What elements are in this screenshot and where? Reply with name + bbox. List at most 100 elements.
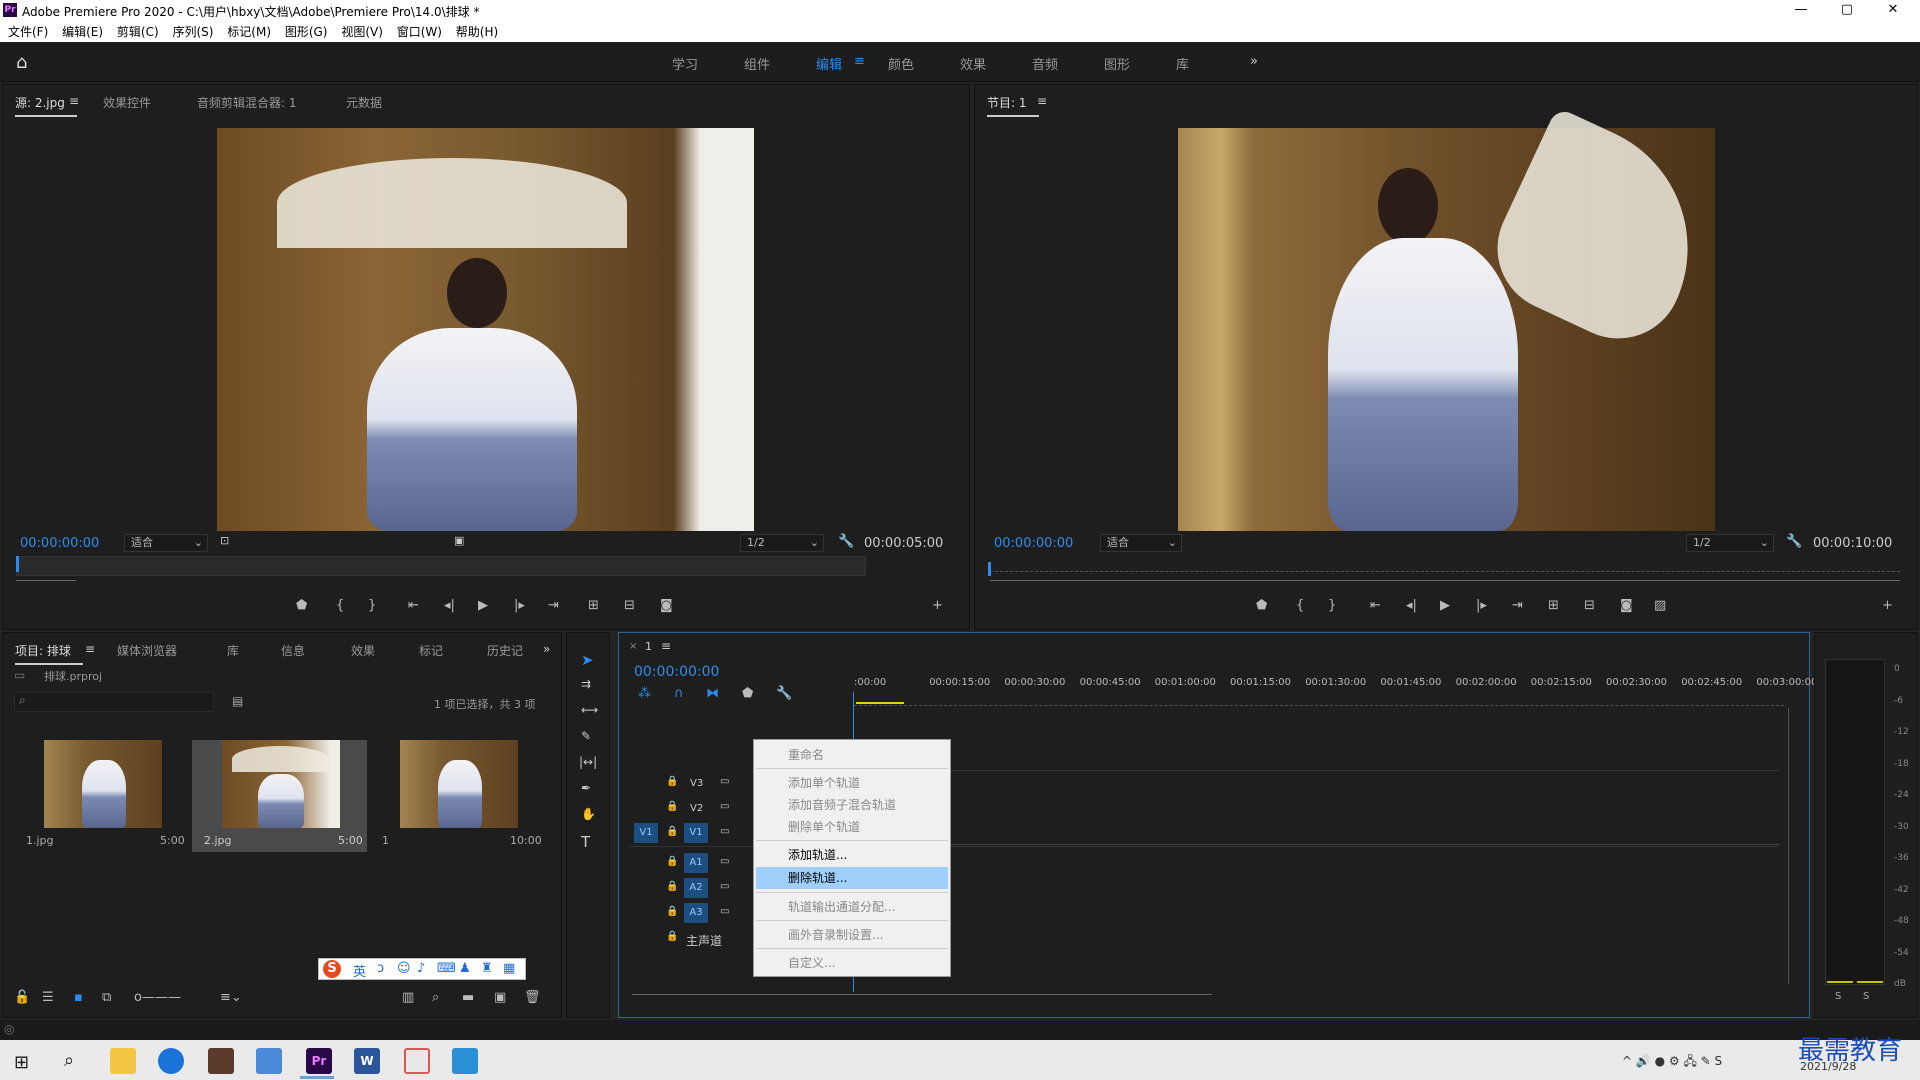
vertical-scrollbar[interactable] [1788, 708, 1798, 984]
app-icon[interactable] [452, 1048, 478, 1074]
track-target-v1[interactable]: V1 [684, 823, 708, 843]
menu-item-add-tracks[interactable]: 添加轨道... [788, 846, 847, 863]
menu-item-delete-tracks[interactable]: 删除轨道... [756, 867, 948, 889]
timeline-settings-icon[interactable]: 🔧 [776, 686, 792, 701]
mark-in-icon[interactable]: { [336, 598, 344, 613]
menu-item-rename[interactable]: 重命名 [788, 746, 824, 763]
new-item-icon[interactable]: ▣ [494, 990, 506, 1005]
keyboard-icon[interactable]: ⌨ [437, 961, 456, 976]
user-icon[interactable]: ♟ [459, 961, 471, 976]
menu-clip[interactable]: 剪辑(C) [117, 22, 159, 42]
workspace-audio[interactable]: 音频 [1032, 54, 1058, 73]
close-button[interactable]: ✕ [1870, 0, 1916, 22]
step-back-icon[interactable]: ◂| [444, 598, 455, 613]
linked-selection-icon[interactable]: ⧓ [706, 686, 719, 701]
program-time-ruler[interactable] [990, 562, 1900, 572]
add-marker-icon[interactable]: ⬟ [1256, 598, 1267, 613]
tab-source[interactable]: 源: 2.jpg [15, 94, 77, 117]
track-lock-icon[interactable]: 🔒 [666, 931, 678, 942]
program-zoom-bar[interactable] [990, 580, 1900, 584]
tab-info[interactable]: 信息 [281, 642, 305, 659]
safe-margins-icon[interactable]: ⊡ [220, 534, 229, 547]
workspace-effects[interactable]: 效果 [960, 54, 986, 73]
workspace-more-icon[interactable]: » [1250, 54, 1258, 69]
ripple-edit-tool-icon[interactable]: ⟷ [581, 703, 598, 717]
tab-effect-controls[interactable]: 效果控件 [103, 94, 151, 111]
menu-graphics[interactable]: 图形(G) [285, 22, 328, 42]
tab-history[interactable]: 历史记 [487, 642, 523, 659]
menu-file[interactable]: 文件(F) [8, 22, 48, 42]
sync-lock-icon[interactable]: ▭ [720, 826, 729, 837]
project-item-sequence[interactable]: 1 10:00 [370, 740, 545, 852]
file-explorer-icon[interactable] [110, 1048, 136, 1074]
go-to-out-icon[interactable]: ⇥ [548, 598, 559, 613]
source-zoom-bar[interactable] [16, 580, 76, 584]
new-bin-icon[interactable]: ▬ [462, 990, 474, 1005]
icon-view-icon[interactable]: ▪ [74, 990, 83, 1005]
sync-lock-icon[interactable]: ▭ [720, 906, 729, 917]
close-tab-icon[interactable]: × [629, 641, 637, 652]
menu-item-voiceover-settings[interactable]: 画外音录制设置... [788, 926, 883, 943]
track-lock-icon[interactable]: 🔒 [666, 776, 678, 787]
word-icon[interactable]: W [354, 1048, 380, 1074]
track-target-a1[interactable]: A1 [684, 853, 708, 873]
tab-libraries[interactable]: 库 [227, 642, 239, 659]
app-icon[interactable] [256, 1048, 282, 1074]
button-editor-icon[interactable]: + [932, 598, 943, 613]
workspace-editing[interactable]: 编辑 [816, 54, 842, 73]
search-icon[interactable]: ⌕ [64, 1050, 74, 1071]
menu-window[interactable]: 窗口(W) [397, 22, 442, 42]
menu-sequence[interactable]: 序列(S) [172, 22, 213, 42]
source-fit-dropdown[interactable]: 适合 ⌄ [124, 534, 208, 552]
project-panel-menu-icon[interactable]: ≡ [85, 642, 95, 656]
program-timecode[interactable]: 00:00:00:00 [994, 536, 1073, 551]
tab-program[interactable]: 节目: 1 [987, 94, 1038, 117]
add-marker-icon[interactable]: ⬟ [742, 686, 753, 701]
track-lock-icon[interactable]: 🔒 [666, 801, 678, 812]
sync-lock-icon[interactable]: ▭ [720, 801, 729, 812]
slip-tool-icon[interactable]: |↔| [579, 755, 597, 769]
play-icon[interactable]: ▶ [1440, 598, 1450, 613]
toolbox-icon[interactable]: ▦ [503, 961, 515, 976]
razor-tool-icon[interactable]: ✎ [581, 729, 591, 743]
play-icon[interactable]: ▶ [478, 598, 488, 613]
comparison-view-icon[interactable]: ▨ [1654, 598, 1666, 613]
nest-icon[interactable]: ⁂ [638, 686, 651, 701]
microphone-icon[interactable]: ♪ [417, 961, 425, 976]
workspace-libraries[interactable]: 库 [1176, 54, 1189, 73]
track-target-a3[interactable]: A3 [684, 903, 708, 923]
solo-left-button[interactable]: S [1835, 991, 1841, 1002]
workspace-assembly[interactable]: 组件 [744, 54, 770, 73]
program-panel-menu-icon[interactable]: ≡ [1037, 94, 1047, 108]
menu-item-add-submix-track[interactable]: 添加音频子混合轨道 [788, 796, 896, 813]
go-to-in-icon[interactable]: ⇤ [408, 598, 419, 613]
export-frame-icon[interactable]: ◙ [1620, 598, 1633, 613]
skin-icon[interactable]: ♜ [481, 961, 493, 976]
timeline-panel-menu-icon[interactable]: ≡ [661, 639, 671, 653]
tab-sequence[interactable]: 1 [645, 640, 652, 653]
premiere-pro-taskbar-icon[interactable]: Pr [306, 1048, 332, 1074]
insert-clip-icon[interactable]: ⊞ [588, 598, 599, 613]
mark-out-icon[interactable]: } [368, 598, 376, 613]
app-icon[interactable] [208, 1048, 234, 1074]
menu-item-delete-single-track[interactable]: 删除单个轨道 [788, 818, 860, 835]
sync-lock-icon[interactable]: ▭ [720, 881, 729, 892]
button-editor-icon[interactable]: + [1882, 598, 1893, 613]
track-select-tool-icon[interactable]: ⇉ [581, 677, 591, 691]
source-resolution-dropdown[interactable]: 1/2 ⌄ [740, 534, 824, 552]
timeline-ruler[interactable] [854, 694, 1784, 706]
tray-icons[interactable]: ^ 🔊 ● ⚙ 🖧 ✎ S [1622, 1052, 1722, 1073]
list-view-icon[interactable]: ☰ [42, 990, 54, 1005]
home-icon[interactable]: ⌂ [16, 52, 38, 73]
source-timecode[interactable]: 00:00:00:00 [20, 536, 99, 551]
mark-out-icon[interactable]: } [1328, 598, 1336, 613]
app-icon[interactable] [404, 1048, 430, 1074]
horizontal-zoom-scrollbar[interactable] [632, 994, 1212, 998]
menu-item-add-single-track[interactable]: 添加单个轨道 [788, 774, 860, 791]
ime-toolbar[interactable]: S 英 ͻ ☺ ♪ ⌨ ♟ ♜ ▦ [318, 958, 526, 980]
freeform-view-icon[interactable]: ⧉ [102, 990, 111, 1005]
lift-icon[interactable]: ⊞ [1548, 598, 1559, 613]
wrench-icon[interactable]: 🔧 [1786, 534, 1802, 549]
wrench-icon[interactable]: 🔧 [838, 534, 854, 549]
overwrite-clip-icon[interactable]: ⊟ [624, 598, 635, 613]
